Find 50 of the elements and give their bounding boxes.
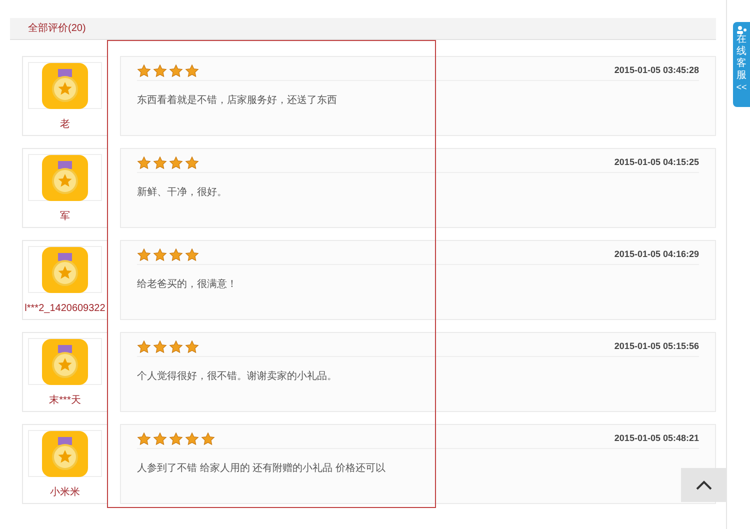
star-icon [169, 156, 183, 170]
user-name: 小米米 [50, 486, 80, 500]
medal-icon [42, 430, 88, 476]
user-name: 老 [60, 118, 70, 132]
star-icon [153, 156, 167, 170]
service-label: 服 [736, 70, 746, 82]
review-text: 人参到了不错 给家人用的 还有附赠的小礼品 价格还可以 [137, 462, 386, 476]
star-icon [169, 64, 183, 78]
star-icon [137, 340, 151, 354]
review-text: 东西看着就是不错，店家服务好，还送了东西 [137, 94, 338, 108]
star-icon [153, 64, 167, 78]
star-icon [169, 248, 183, 262]
people-icon [736, 26, 746, 34]
star-icon [137, 64, 151, 78]
star-icon [185, 156, 199, 170]
review-text: 给老爸买的，很满意！ [137, 278, 238, 292]
chevron-up-icon [696, 480, 712, 490]
reviews-tab[interactable]: 全部评价(20) [28, 21, 86, 36]
star-icon [137, 432, 151, 446]
back-to-top-button[interactable] [681, 468, 726, 502]
collapse-label: << [736, 82, 747, 93]
star-icon [153, 248, 167, 262]
review-text: 个人觉得很好，很不错。谢谢卖家的小礼品。 [137, 370, 338, 384]
star-icon [153, 340, 167, 354]
user-name: l***2_1420609322 [24, 302, 106, 316]
star-icon [185, 340, 199, 354]
star-icon [137, 248, 151, 262]
star-icon [185, 248, 199, 262]
medal-icon [42, 338, 88, 384]
review-time: 2015-01-05 04:16:29 [614, 248, 699, 261]
review-text: 新鲜、干净，很好。 [137, 186, 228, 200]
star-icon [169, 340, 183, 354]
service-label: 客 [736, 58, 746, 70]
service-label: 线 [736, 46, 746, 58]
medal-icon [42, 154, 88, 200]
star-icon [137, 156, 151, 170]
star-icon [169, 432, 183, 446]
user-name: 军 [60, 210, 70, 224]
review-time: 2015-01-05 05:15:56 [614, 340, 699, 353]
service-label: 在 [736, 34, 746, 46]
review-time: 2015-01-05 04:15:25 [614, 156, 699, 169]
star-icon [153, 432, 167, 446]
medal-icon [42, 62, 88, 108]
star-icon [185, 64, 199, 78]
user-name: 末***天 [49, 394, 81, 408]
medal-icon [42, 246, 88, 292]
review-time: 2015-01-05 05:48:21 [614, 432, 699, 445]
star-icon [185, 432, 199, 446]
star-icon [201, 432, 215, 446]
review-time: 2015-01-05 03:45:28 [614, 64, 699, 77]
